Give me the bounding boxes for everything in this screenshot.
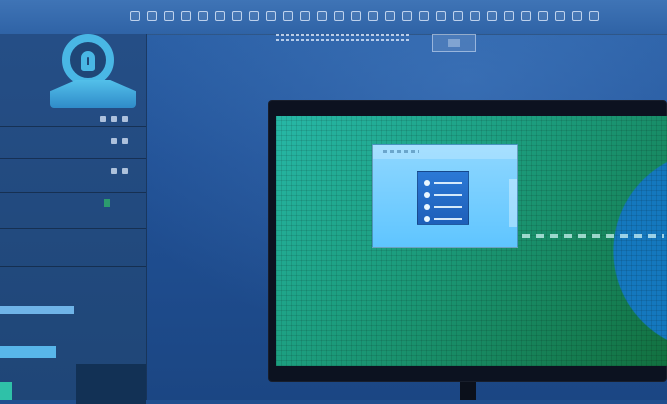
bullet-icon (424, 180, 430, 186)
tool-icon[interactable] (436, 11, 446, 21)
tool-icon[interactable] (402, 11, 412, 21)
list-item-line (434, 218, 462, 220)
toolbar-icons (130, 11, 599, 21)
list-item[interactable] (424, 204, 464, 210)
avatar-base (50, 80, 136, 108)
header-line (276, 34, 410, 36)
tool-icon[interactable] (504, 11, 514, 21)
row-icons (111, 168, 128, 174)
row-icons (100, 116, 128, 122)
mini-icon[interactable] (111, 116, 117, 122)
list-item-line (434, 194, 462, 196)
tool-icon[interactable] (232, 11, 242, 21)
tool-icon[interactable] (283, 11, 293, 21)
mini-icon[interactable] (122, 138, 128, 144)
status-indicator (104, 199, 110, 207)
list-panel (417, 171, 469, 225)
sidebar-divider (0, 228, 146, 229)
tool-icon[interactable] (368, 11, 378, 21)
sidebar-divider (0, 158, 146, 159)
tool-icon[interactable] (385, 11, 395, 21)
tool-icon[interactable] (249, 11, 259, 21)
window-titlebar[interactable] (373, 145, 517, 159)
tool-icon[interactable] (351, 11, 361, 21)
progress-bar (0, 346, 56, 358)
list-item-line (434, 206, 462, 208)
dashed-line (494, 234, 664, 238)
preview-box[interactable] (432, 34, 476, 52)
titlebar-lines (383, 150, 419, 153)
user-avatar (50, 34, 136, 108)
list-item[interactable] (424, 192, 464, 198)
tool-icon[interactable] (317, 11, 327, 21)
center-header-lines (276, 34, 410, 46)
tool-icon[interactable] (470, 11, 480, 21)
list-item[interactable] (424, 180, 464, 186)
list-item-line (434, 182, 462, 184)
tool-icon[interactable] (215, 11, 225, 21)
tool-icon[interactable] (521, 11, 531, 21)
tool-icon[interactable] (198, 11, 208, 21)
tool-icon[interactable] (572, 11, 582, 21)
progress-bar (0, 306, 74, 314)
sidebar-divider (0, 126, 146, 127)
tool-icon[interactable] (164, 11, 174, 21)
bullet-icon (424, 192, 430, 198)
tool-icon[interactable] (453, 11, 463, 21)
tool-icon[interactable] (300, 11, 310, 21)
accent-block (0, 382, 12, 400)
monitor (268, 100, 667, 382)
row-icons (111, 138, 128, 144)
left-sidebar (0, 34, 147, 404)
header-line (276, 39, 410, 41)
top-toolbar (0, 0, 667, 35)
tool-icon[interactable] (147, 11, 157, 21)
mini-icon[interactable] (111, 168, 117, 174)
panel-block (76, 364, 146, 404)
tool-icon[interactable] (589, 11, 599, 21)
app-window[interactable] (372, 144, 518, 248)
tool-icon[interactable] (538, 11, 548, 21)
mini-icon[interactable] (122, 116, 128, 122)
tool-icon[interactable] (181, 11, 191, 21)
monitor-screen (276, 116, 667, 366)
tool-icon[interactable] (130, 11, 140, 21)
mini-icon[interactable] (100, 116, 106, 122)
list-item[interactable] (424, 216, 464, 222)
window-scrollbar[interactable] (509, 179, 517, 227)
monitor-stand (460, 382, 476, 400)
sidebar-divider (0, 192, 146, 193)
tool-icon[interactable] (419, 11, 429, 21)
bullet-icon (424, 204, 430, 210)
mini-icon[interactable] (111, 138, 117, 144)
tool-icon[interactable] (555, 11, 565, 21)
tool-icon[interactable] (334, 11, 344, 21)
tool-icon[interactable] (487, 11, 497, 21)
mini-icon[interactable] (122, 168, 128, 174)
tool-icon[interactable] (266, 11, 276, 21)
user-icon (62, 34, 114, 86)
sidebar-divider (0, 266, 146, 267)
bullet-icon (424, 216, 430, 222)
